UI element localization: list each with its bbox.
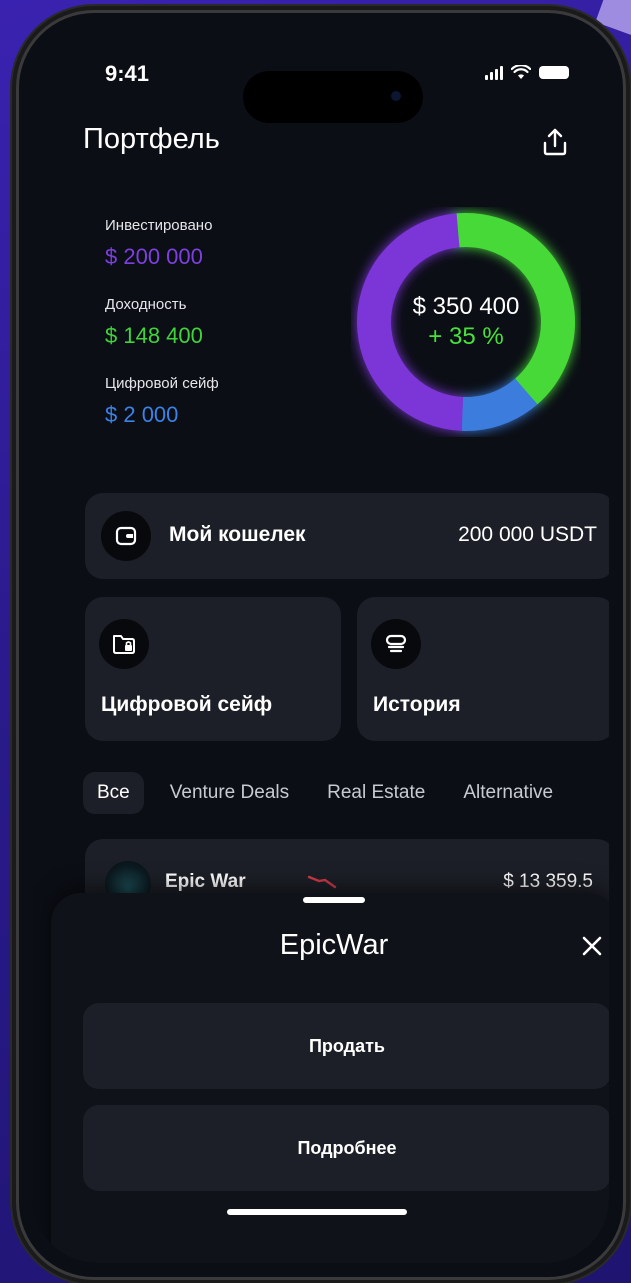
filter-alternative[interactable]: Alternative [463,782,553,804]
page-title: Портфель [83,123,220,155]
home-indicator[interactable] [227,1209,407,1215]
sheet-grabber[interactable] [303,897,365,903]
camera-icon [391,91,401,101]
filter-all[interactable]: Все [83,772,144,814]
digital-safe-label: Цифровой сейф [101,693,273,716]
battery-icon [539,66,569,79]
portfolio-stats: Инвестировано $ 200 000 Доходность $ 148… [105,217,219,454]
system-icons [485,65,569,80]
wallet-label: Мой кошелек [169,523,306,546]
action-sheet: EpicWar Продать Подробнее [51,893,609,1263]
wallet-icon [115,526,137,546]
status-bar: 9:41 [33,61,609,123]
invested-value: $ 200 000 [105,244,203,269]
share-icon[interactable] [541,127,569,157]
digital-safe-tile[interactable]: Цифровой сейф [85,597,341,741]
category-filters: Все Venture Deals Real Estate Alternativ… [83,771,589,815]
invested-label: Инвестировано [105,217,213,234]
close-icon[interactable] [579,933,605,959]
safe-value: $ 2 000 [105,402,179,427]
header: Портфель [83,123,579,163]
history-icon-circle [371,619,421,669]
signal-icon [485,65,503,80]
sell-button[interactable]: Продать [83,1003,609,1089]
safe-icon-circle [99,619,149,669]
history-label: История [373,693,461,716]
trend-down-icon [307,875,337,889]
folder-lock-icon [113,635,135,654]
app-screen: 9:41 Портфель Инвестировано $ 200 000 До… [33,27,609,1263]
wallet-icon-circle [101,511,151,561]
donut-center: $ 350 400 + 35 % [351,207,581,437]
yield-label: Доходность [105,296,187,313]
phone-frame: 9:41 Портфель Инвестировано $ 200 000 До… [16,10,626,1280]
donut-total: $ 350 400 [412,293,520,320]
wallet-card[interactable]: Мой кошелек 200 000 USDT [85,493,609,579]
details-button[interactable]: Подробнее [83,1105,609,1191]
yield-value: $ 148 400 [105,323,203,348]
filter-real-estate[interactable]: Real Estate [327,782,425,804]
history-icon [385,634,407,653]
wifi-icon [511,65,531,79]
status-time: 9:41 [105,61,150,86]
asset-name: Epic War [165,871,246,892]
filter-venture-deals[interactable]: Venture Deals [170,782,289,804]
donut-change: + 35 % [428,323,504,350]
safe-label: Цифровой сейф [105,375,219,392]
portfolio-donut-chart: $ 350 400 + 35 % [351,207,581,437]
dynamic-island [243,71,423,123]
wallet-amount: 200 000 USDT [458,523,597,546]
sheet-title: EpicWar [279,929,389,961]
history-tile[interactable]: История [357,597,609,741]
asset-value: $ 13 359.5 [503,871,593,892]
